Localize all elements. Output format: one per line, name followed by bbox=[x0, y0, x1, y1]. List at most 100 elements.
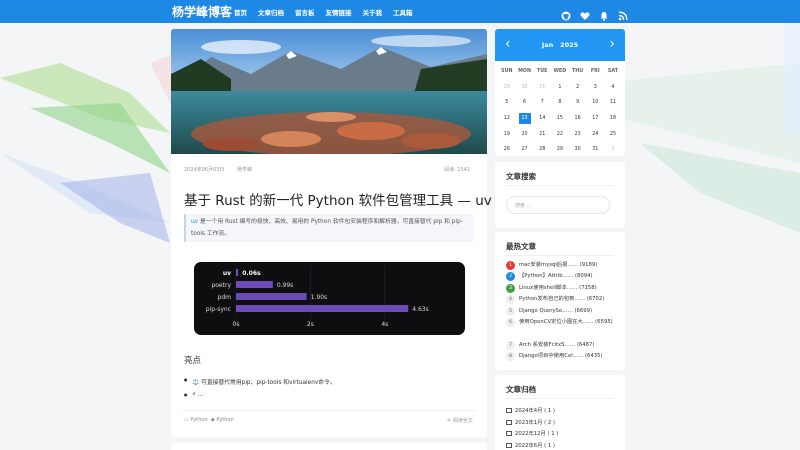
calendar-day[interactable]: 30 bbox=[516, 85, 534, 90]
nav-item-archive[interactable]: 文章归档 bbox=[258, 7, 284, 17]
search-input[interactable]: 搜索 ... bbox=[506, 196, 610, 214]
hot-item-title[interactable]: mac安装mysql后报…… bbox=[519, 262, 578, 268]
chart-bar bbox=[236, 293, 307, 300]
calendar-day[interactable]: 2 bbox=[569, 85, 587, 90]
calendar-weekday: MON bbox=[518, 69, 531, 75]
hot-item-text[interactable]: Django QuerySe…… (6699) bbox=[519, 306, 592, 317]
calendar-day[interactable]: 27 bbox=[516, 147, 534, 152]
hot-item-title[interactable]: Linux使用shell脚本…… bbox=[519, 285, 577, 291]
nav-item-links[interactable]: 友情链接 bbox=[326, 7, 352, 17]
hot-item-title[interactable]: Python发布自己的包到…… bbox=[519, 296, 585, 302]
hot-item-text[interactable]: Python发布自己的包到…… (6702) bbox=[519, 294, 604, 305]
archive-item-label[interactable]: 2022年12月 ( 1 ) bbox=[515, 431, 558, 437]
site-brand[interactable]: 杨学峰博客 bbox=[172, 3, 232, 20]
read-more-link[interactable]: ✎ 阅读全文 bbox=[447, 417, 473, 424]
chart-bar bbox=[236, 281, 273, 288]
search-widget: 文章搜索 搜索 ... bbox=[495, 162, 625, 228]
hot-item-text[interactable]: Django项目中使用Cel…… (6435) bbox=[519, 351, 603, 362]
calendar-day[interactable]: 9 bbox=[569, 100, 587, 105]
calendar-day[interactable]: 24 bbox=[586, 132, 604, 137]
archive-item[interactable]: 2023年1月 ( 2 ) bbox=[506, 418, 558, 430]
calendar-day[interactable]: 19 bbox=[498, 132, 516, 137]
calendar-day[interactable]: 14 bbox=[533, 116, 551, 121]
calendar-weekday: WED bbox=[553, 69, 567, 75]
archive-item-label[interactable]: 2023年1月 ( 2 ) bbox=[515, 420, 555, 426]
calendar-year: 2025 bbox=[560, 41, 579, 49]
calendar-weekday: SAT bbox=[607, 69, 618, 75]
tag-link[interactable]: Python bbox=[216, 417, 233, 423]
calendar-day[interactable]: 21 bbox=[533, 132, 551, 137]
post-title[interactable]: 基于 Rust 的新一代 Python 软件包管理工具 — uv bbox=[184, 189, 492, 209]
hot-item[interactable]: 6 使用OpenCV定位小图在大…… (6595) bbox=[506, 317, 621, 341]
hot-item-title[interactable]: 【Python】Attrib…… bbox=[519, 273, 573, 279]
calendar-day[interactable]: 29 bbox=[551, 147, 569, 152]
calendar-day[interactable]: 12 bbox=[498, 116, 516, 121]
hot-item[interactable]: 8 Django项目中使用Cel…… (6435) bbox=[506, 352, 621, 363]
calendar-day[interactable]: 1 bbox=[551, 85, 569, 90]
calendar-day[interactable]: 17 bbox=[586, 116, 604, 121]
hot-item-text[interactable]: Arch 系安装Fcitx5…… (6487) bbox=[519, 340, 594, 351]
chart-bar bbox=[236, 305, 409, 312]
calendar-day[interactable]: 25 bbox=[604, 132, 622, 137]
hot-posts-widget: 最热文章 1 mac安装mysql后报…… (9189) 2 【Python】Attr… bbox=[495, 232, 625, 370]
hot-item-title[interactable]: Arch 系安装Fcitx5…… bbox=[519, 342, 575, 348]
calendar-weekday: THU bbox=[572, 69, 584, 75]
calendar-day[interactable]: 7 bbox=[533, 100, 551, 105]
archive-item-label[interactable]: 2022年6月 ( 1 ) bbox=[515, 443, 555, 449]
calendar-day[interactable]: 31 bbox=[586, 147, 604, 152]
divider bbox=[506, 185, 614, 186]
calendar-day[interactable]: 13 bbox=[516, 113, 534, 125]
calendar-day[interactable]: 31 bbox=[533, 85, 551, 90]
calendar-day[interactable]: 26 bbox=[498, 147, 516, 152]
calendar-day[interactable]: 6 bbox=[516, 100, 534, 105]
hot-item-count: (6435) bbox=[584, 353, 603, 360]
calendar-day[interactable]: 3 bbox=[586, 85, 604, 90]
calendar-next-icon[interactable]: › bbox=[609, 36, 615, 52]
hot-item-count: (7158) bbox=[579, 284, 597, 291]
rss-icon[interactable] bbox=[618, 6, 628, 21]
calendar-day[interactable]: 4 bbox=[604, 85, 622, 90]
calendar-day[interactable]: 29 bbox=[498, 85, 516, 90]
hot-rank-badge: 4 bbox=[506, 295, 515, 305]
hot-item-title[interactable]: Django QuerySe…… bbox=[519, 308, 573, 314]
nav-item-home[interactable]: 首页 bbox=[234, 7, 247, 17]
hot-item-title[interactable]: Django项目中使用Cel…… bbox=[519, 353, 583, 359]
calendar-day[interactable]: 20 bbox=[516, 132, 534, 137]
calendar-day[interactable]: 16 bbox=[569, 116, 587, 121]
read-more-icon: ✎ bbox=[447, 418, 452, 424]
calendar-icon bbox=[506, 419, 512, 425]
archive-item[interactable]: 2022年6月 ( 1 ) bbox=[506, 441, 558, 450]
calendar-day[interactable]: 28 bbox=[533, 147, 551, 152]
hot-item-title[interactable]: 使用OpenCV定位小图在大…… bbox=[519, 319, 593, 325]
chart-xtick-label: 2s bbox=[307, 321, 314, 328]
calendar-day[interactable]: 5 bbox=[498, 100, 516, 105]
calendar-day[interactable]: 23 bbox=[569, 132, 587, 137]
calendar-day[interactable]: 30 bbox=[569, 147, 587, 152]
archive-item[interactable]: 2024年4月 ( 1 ) bbox=[506, 406, 558, 418]
calendar-day[interactable]: 8 bbox=[551, 100, 569, 105]
archive-item[interactable]: 2022年12月 ( 1 ) bbox=[506, 429, 558, 441]
nav-item-guestbook[interactable]: 留言板 bbox=[295, 7, 315, 17]
calendar-day[interactable]: 1 bbox=[604, 147, 622, 152]
hot-item-count: (6702) bbox=[586, 296, 605, 303]
hot-item-text[interactable]: 使用OpenCV定位小图在大…… (6595) bbox=[519, 317, 613, 328]
nav-item-tools[interactable]: 工具箱 bbox=[393, 7, 413, 17]
heart-icon[interactable] bbox=[580, 6, 590, 20]
calendar-day[interactable]: 10 bbox=[586, 100, 604, 105]
calendar-icon bbox=[506, 408, 512, 413]
bell-icon[interactable] bbox=[599, 6, 609, 21]
calendar-today[interactable]: 13 bbox=[518, 113, 531, 125]
nav-item-about[interactable]: 关于我 bbox=[363, 7, 383, 17]
article-cover-image[interactable] bbox=[171, 29, 487, 154]
hot-item-text[interactable]: Linux使用shell脚本…… (7158) bbox=[519, 283, 597, 294]
post-author[interactable]: 杨学峰 bbox=[237, 166, 252, 173]
hot-item-text[interactable]: mac安装mysql后报…… (9189) bbox=[519, 260, 597, 271]
category-link[interactable]: Python bbox=[190, 417, 207, 423]
calendar-day[interactable]: 15 bbox=[551, 116, 569, 121]
calendar-day[interactable]: 22 bbox=[551, 132, 569, 137]
calendar-day[interactable]: 18 bbox=[604, 116, 622, 121]
hot-item-text[interactable]: 【Python】Attrib…… (8094) bbox=[519, 271, 593, 282]
archive-item-label[interactable]: 2024年4月 ( 1 ) bbox=[515, 408, 555, 414]
github-icon[interactable] bbox=[561, 6, 571, 21]
calendar-day[interactable]: 11 bbox=[604, 100, 622, 105]
